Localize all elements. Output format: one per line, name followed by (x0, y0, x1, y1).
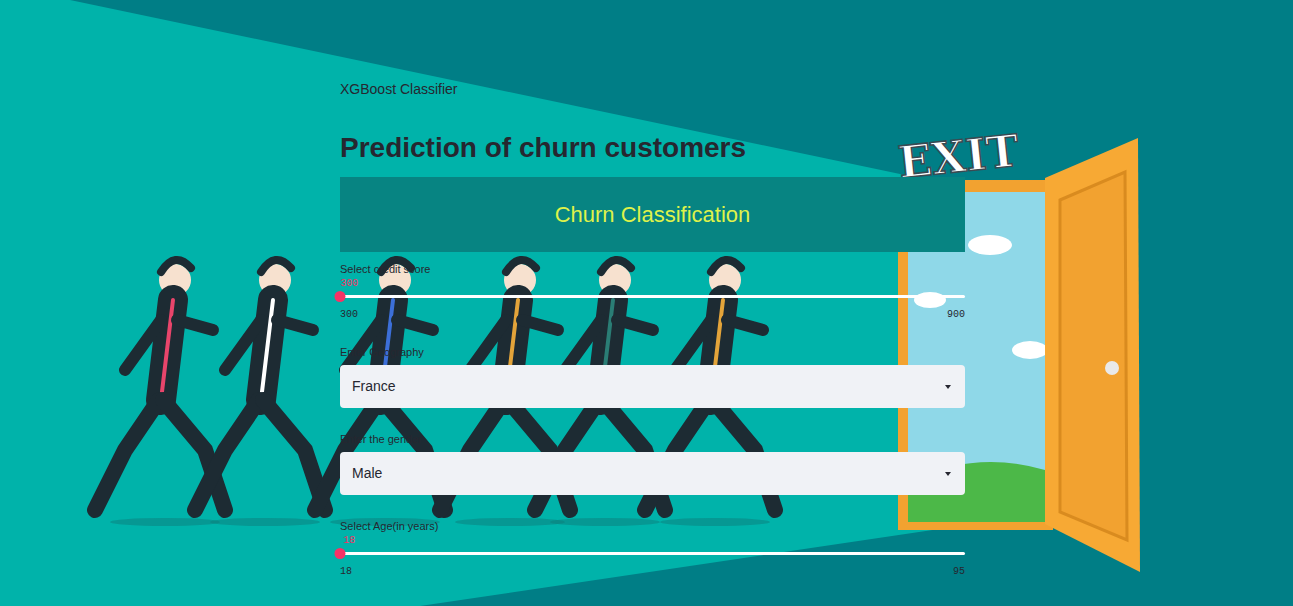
select-value: Male (352, 463, 382, 484)
select-label: Enter the gender (340, 432, 965, 446)
subtitle: XGBoost Classifier (340, 79, 965, 99)
slider-thumb[interactable] (335, 548, 346, 559)
slider-min: 300 (340, 309, 358, 321)
dropdown-caret-icon (943, 384, 953, 390)
slider-value: 18 (343, 535, 355, 547)
select-label: Enter Geography (340, 345, 965, 359)
select-control: Enter Geography France (340, 345, 965, 408)
background-illustration: EXIT (0, 0, 1293, 606)
page-title: Prediction of churn customers (340, 131, 965, 165)
slider-control[interactable]: Select Age(in years) 18 18 95 (340, 519, 965, 578)
dropdown-caret-icon (943, 471, 953, 477)
slider-control[interactable]: Select credit score 300 300 900 (340, 262, 965, 321)
select-field[interactable]: France (340, 365, 965, 408)
slider-value: 300 (340, 278, 358, 290)
main-column: XGBoost Classifier Prediction of churn cu… (340, 0, 965, 578)
slider-min: 18 (340, 566, 352, 578)
slider-label: Select Age(in years) (340, 519, 965, 533)
select-control: Enter the gender Male (340, 432, 965, 495)
slider-label: Select credit score (340, 262, 965, 276)
select-value: France (352, 376, 396, 397)
running-person-icon (195, 260, 325, 526)
slider-max: 900 (947, 309, 965, 321)
slider-max: 95 (953, 566, 965, 578)
select-field[interactable]: Male (340, 452, 965, 495)
banner: Churn Classification (340, 177, 965, 252)
slider-track[interactable] (340, 295, 965, 298)
slider-track[interactable] (340, 552, 965, 555)
slider-thumb[interactable] (335, 291, 346, 302)
app-page: EXITXGBoost Classifier Prediction of chur… (0, 0, 1293, 606)
